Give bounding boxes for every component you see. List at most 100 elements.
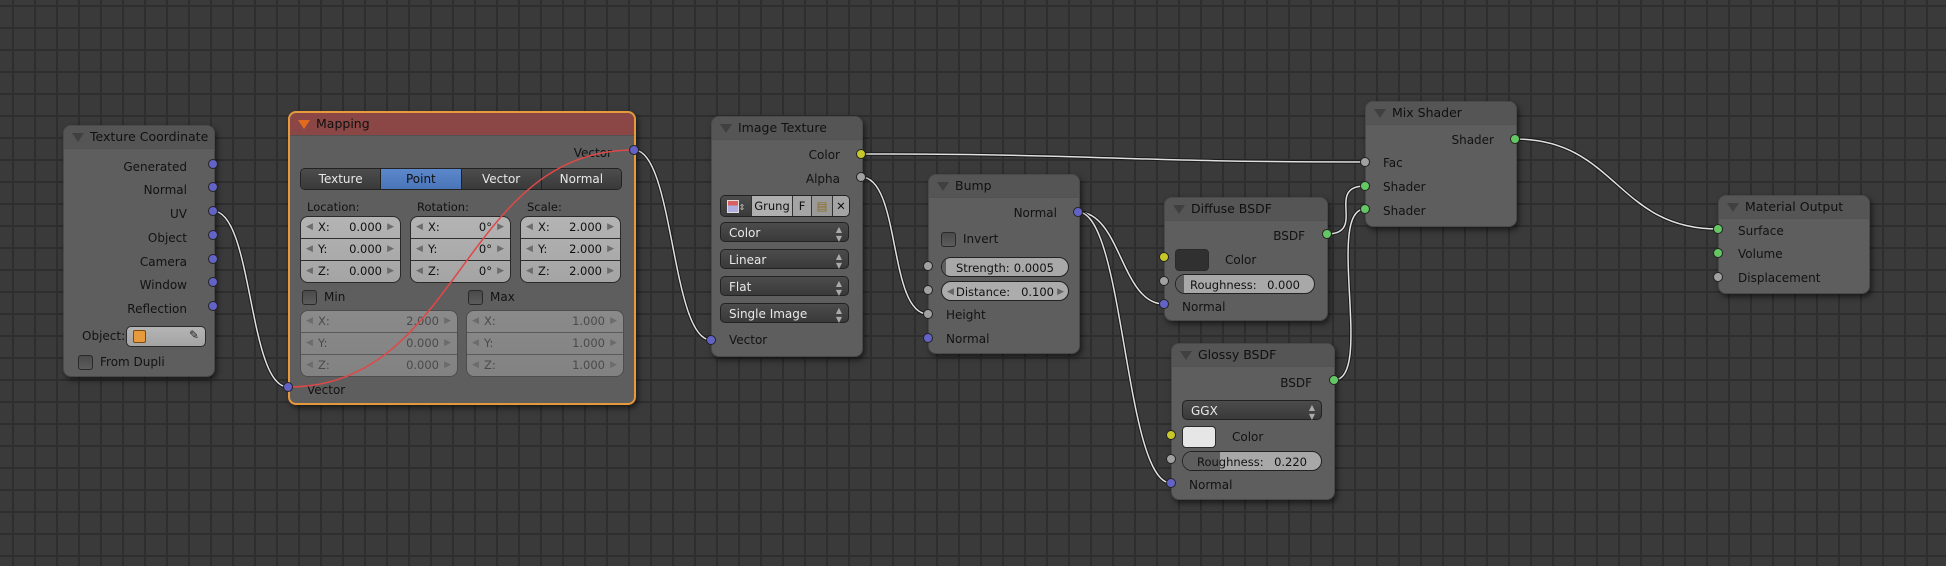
type-button-point[interactable]: Point	[381, 169, 462, 189]
socket-tc-win[interactable]	[208, 277, 218, 287]
collapse-triangle-icon[interactable]	[72, 133, 84, 142]
socket-dif-col[interactable]	[1159, 252, 1169, 262]
location-y-field[interactable]: ◀ Y: 0.000 ▶	[301, 239, 400, 261]
socket-bump-n[interactable]	[923, 333, 933, 343]
link-mix-to-output[interactable]	[1514, 138, 1719, 230]
min-x-field[interactable]: ◀ X: 2.000 ▶	[301, 311, 457, 333]
location-z-field[interactable]: ◀ Z: 0.000 ▶	[301, 261, 400, 282]
collapse-triangle-icon[interactable]	[1173, 205, 1185, 214]
socket-img-alp[interactable]	[856, 172, 866, 182]
distance-field[interactable]: ◀ Distance: 0.100 ▶	[941, 281, 1069, 301]
link-uv-to-mapping[interactable]	[212, 210, 289, 388]
unlink-close-icon[interactable]: ✕	[833, 196, 849, 216]
socket-map-in[interactable]	[283, 382, 293, 392]
socket-map-out[interactable]	[629, 145, 639, 155]
fake-user-button[interactable]: F	[793, 196, 812, 216]
rotation-x-field[interactable]: ◀ X: 0° ▶	[411, 217, 510, 239]
node-header[interactable]: Glossy BSDF	[1172, 344, 1334, 367]
node-mapping[interactable]: Mapping Vector Texture Point Vector Norm…	[288, 111, 636, 405]
color-space-dropdown[interactable]: Color ▲ ▼	[720, 222, 849, 243]
node-header[interactable]: Texture Coordinate	[64, 126, 214, 149]
min-z-field[interactable]: ◀ Z: 0.000 ▶	[301, 355, 457, 376]
image-browse-button[interactable]: ⇕	[721, 196, 752, 216]
socket-img-in[interactable]	[706, 335, 716, 345]
link-bump-to-diffuse-normal[interactable]	[1077, 211, 1165, 305]
socket-gl-out[interactable]	[1329, 375, 1339, 385]
socket-mo-disp[interactable]	[1713, 272, 1723, 282]
socket-gl-col[interactable]	[1166, 430, 1176, 440]
object-field[interactable]: ✎	[126, 326, 206, 347]
image-name-field[interactable]: Grung	[752, 196, 793, 216]
rotation-y-field[interactable]: ◀ Y: 0° ▶	[411, 239, 510, 261]
socket-bump-dst[interactable]	[923, 285, 933, 295]
invert-checkbox[interactable]	[941, 232, 956, 247]
socket-bump-out[interactable]	[1073, 207, 1083, 217]
interpolation-dropdown[interactable]: Linear ▲ ▼	[720, 249, 849, 270]
roughness-slider[interactable]: Roughness: 0.000	[1175, 274, 1315, 294]
socket-tc-ref[interactable]	[208, 301, 218, 311]
socket-gl-n[interactable]	[1166, 478, 1176, 488]
socket-mo-vol[interactable]	[1713, 248, 1723, 258]
node-material-output[interactable]: Material Output Surface Volume Displacem…	[1718, 195, 1870, 294]
color-swatch[interactable]	[1175, 249, 1209, 271]
collapse-triangle-icon[interactable]	[1374, 109, 1386, 118]
node-glossy-bsdf[interactable]: Glossy BSDF BSDF GGX ▲ ▼ Color Roughness: 0…	[1171, 343, 1335, 500]
node-header[interactable]: Material Output	[1719, 196, 1869, 219]
socket-dif-n[interactable]	[1159, 299, 1169, 309]
rotation-z-field[interactable]: ◀ Z: 0° ▶	[411, 261, 510, 282]
type-button-texture[interactable]: Texture	[301, 169, 382, 189]
socket-bump-str[interactable]	[923, 261, 933, 271]
collapse-triangle-icon[interactable]	[1180, 351, 1192, 360]
collapse-triangle-icon[interactable]	[937, 182, 949, 191]
link-image-color-to-mix-fac[interactable]	[860, 153, 1366, 163]
color-swatch[interactable]	[1182, 426, 1216, 448]
scale-z-field[interactable]: ◀ Z: 2.000 ▶	[521, 261, 620, 282]
max-z-field[interactable]: ◀ Z: 1.000 ▶	[467, 355, 623, 376]
scale-x-field[interactable]: ◀ X: 2.000 ▶	[521, 217, 620, 239]
min-checkbox[interactable]	[302, 290, 317, 305]
socket-bump-h[interactable]	[923, 309, 933, 319]
open-image-icon[interactable]: ▤	[812, 196, 833, 216]
source-dropdown[interactable]: Single Image ▲ ▼	[720, 303, 849, 324]
socket-mo-surf[interactable]	[1713, 224, 1723, 234]
distribution-dropdown[interactable]: GGX ▲ ▼	[1182, 400, 1322, 421]
link-bump-to-glossy-normal[interactable]	[1077, 211, 1172, 484]
link-glossy-to-mix[interactable]	[1333, 208, 1366, 381]
socket-tc-uv[interactable]	[208, 206, 218, 216]
socket-mix-out[interactable]	[1510, 134, 1520, 144]
link-image-alpha-to-bump-height[interactable]	[860, 176, 929, 315]
link-mapping-to-image[interactable]	[633, 149, 712, 341]
type-button-vector[interactable]: Vector	[461, 169, 542, 189]
strength-slider[interactable]: Strength: 0.0005	[941, 257, 1069, 277]
eyedropper-icon[interactable]: ✎	[189, 328, 199, 342]
node-mix-shader[interactable]: Mix Shader Shader Fac Shader Shader	[1365, 101, 1517, 227]
max-y-field[interactable]: ◀ Y: 1.000 ▶	[467, 333, 623, 355]
socket-mix-s2[interactable]	[1360, 204, 1370, 214]
socket-tc-gen[interactable]	[208, 159, 218, 169]
image-datablock-selector[interactable]: ⇕ Grung F ▤ ✕	[720, 195, 850, 217]
collapse-triangle-icon[interactable]	[298, 120, 310, 129]
socket-tc-obj[interactable]	[208, 230, 218, 240]
node-bump[interactable]: Bump Normal Invert Strength: 0.0005 ◀ Dis…	[928, 174, 1080, 354]
from-dupli-checkbox[interactable]	[78, 355, 93, 370]
node-header[interactable]: Bump	[929, 175, 1079, 198]
node-header[interactable]: Mapping	[290, 113, 634, 136]
scale-y-field[interactable]: ◀ Y: 2.000 ▶	[521, 239, 620, 261]
node-header[interactable]: Mix Shader	[1366, 102, 1516, 125]
node-image-texture[interactable]: Image Texture Color Alpha ⇕ Grung F ▤ ✕ …	[711, 116, 863, 357]
socket-dif-r[interactable]	[1159, 276, 1169, 286]
roughness-slider[interactable]: Roughness: 0.220	[1182, 451, 1322, 471]
socket-dif-out[interactable]	[1322, 229, 1332, 239]
socket-img-col[interactable]	[856, 149, 866, 159]
mapping-type-selector[interactable]: Texture Point Vector Normal	[300, 168, 622, 190]
node-texture-coordinate[interactable]: Texture Coordinate Generated Normal UV O…	[63, 125, 215, 377]
node-header[interactable]: Image Texture	[712, 117, 862, 140]
collapse-triangle-icon[interactable]	[720, 124, 732, 133]
socket-mix-fac[interactable]	[1360, 157, 1370, 167]
socket-tc-cam[interactable]	[208, 254, 218, 264]
location-x-field[interactable]: ◀ X: 0.000 ▶	[301, 217, 400, 239]
node-diffuse-bsdf[interactable]: Diffuse BSDF BSDF Color Roughness: 0.000 …	[1164, 197, 1328, 321]
type-button-normal[interactable]: Normal	[541, 169, 621, 189]
min-y-field[interactable]: ◀ Y: 0.000 ▶	[301, 333, 457, 355]
max-checkbox[interactable]	[468, 290, 483, 305]
